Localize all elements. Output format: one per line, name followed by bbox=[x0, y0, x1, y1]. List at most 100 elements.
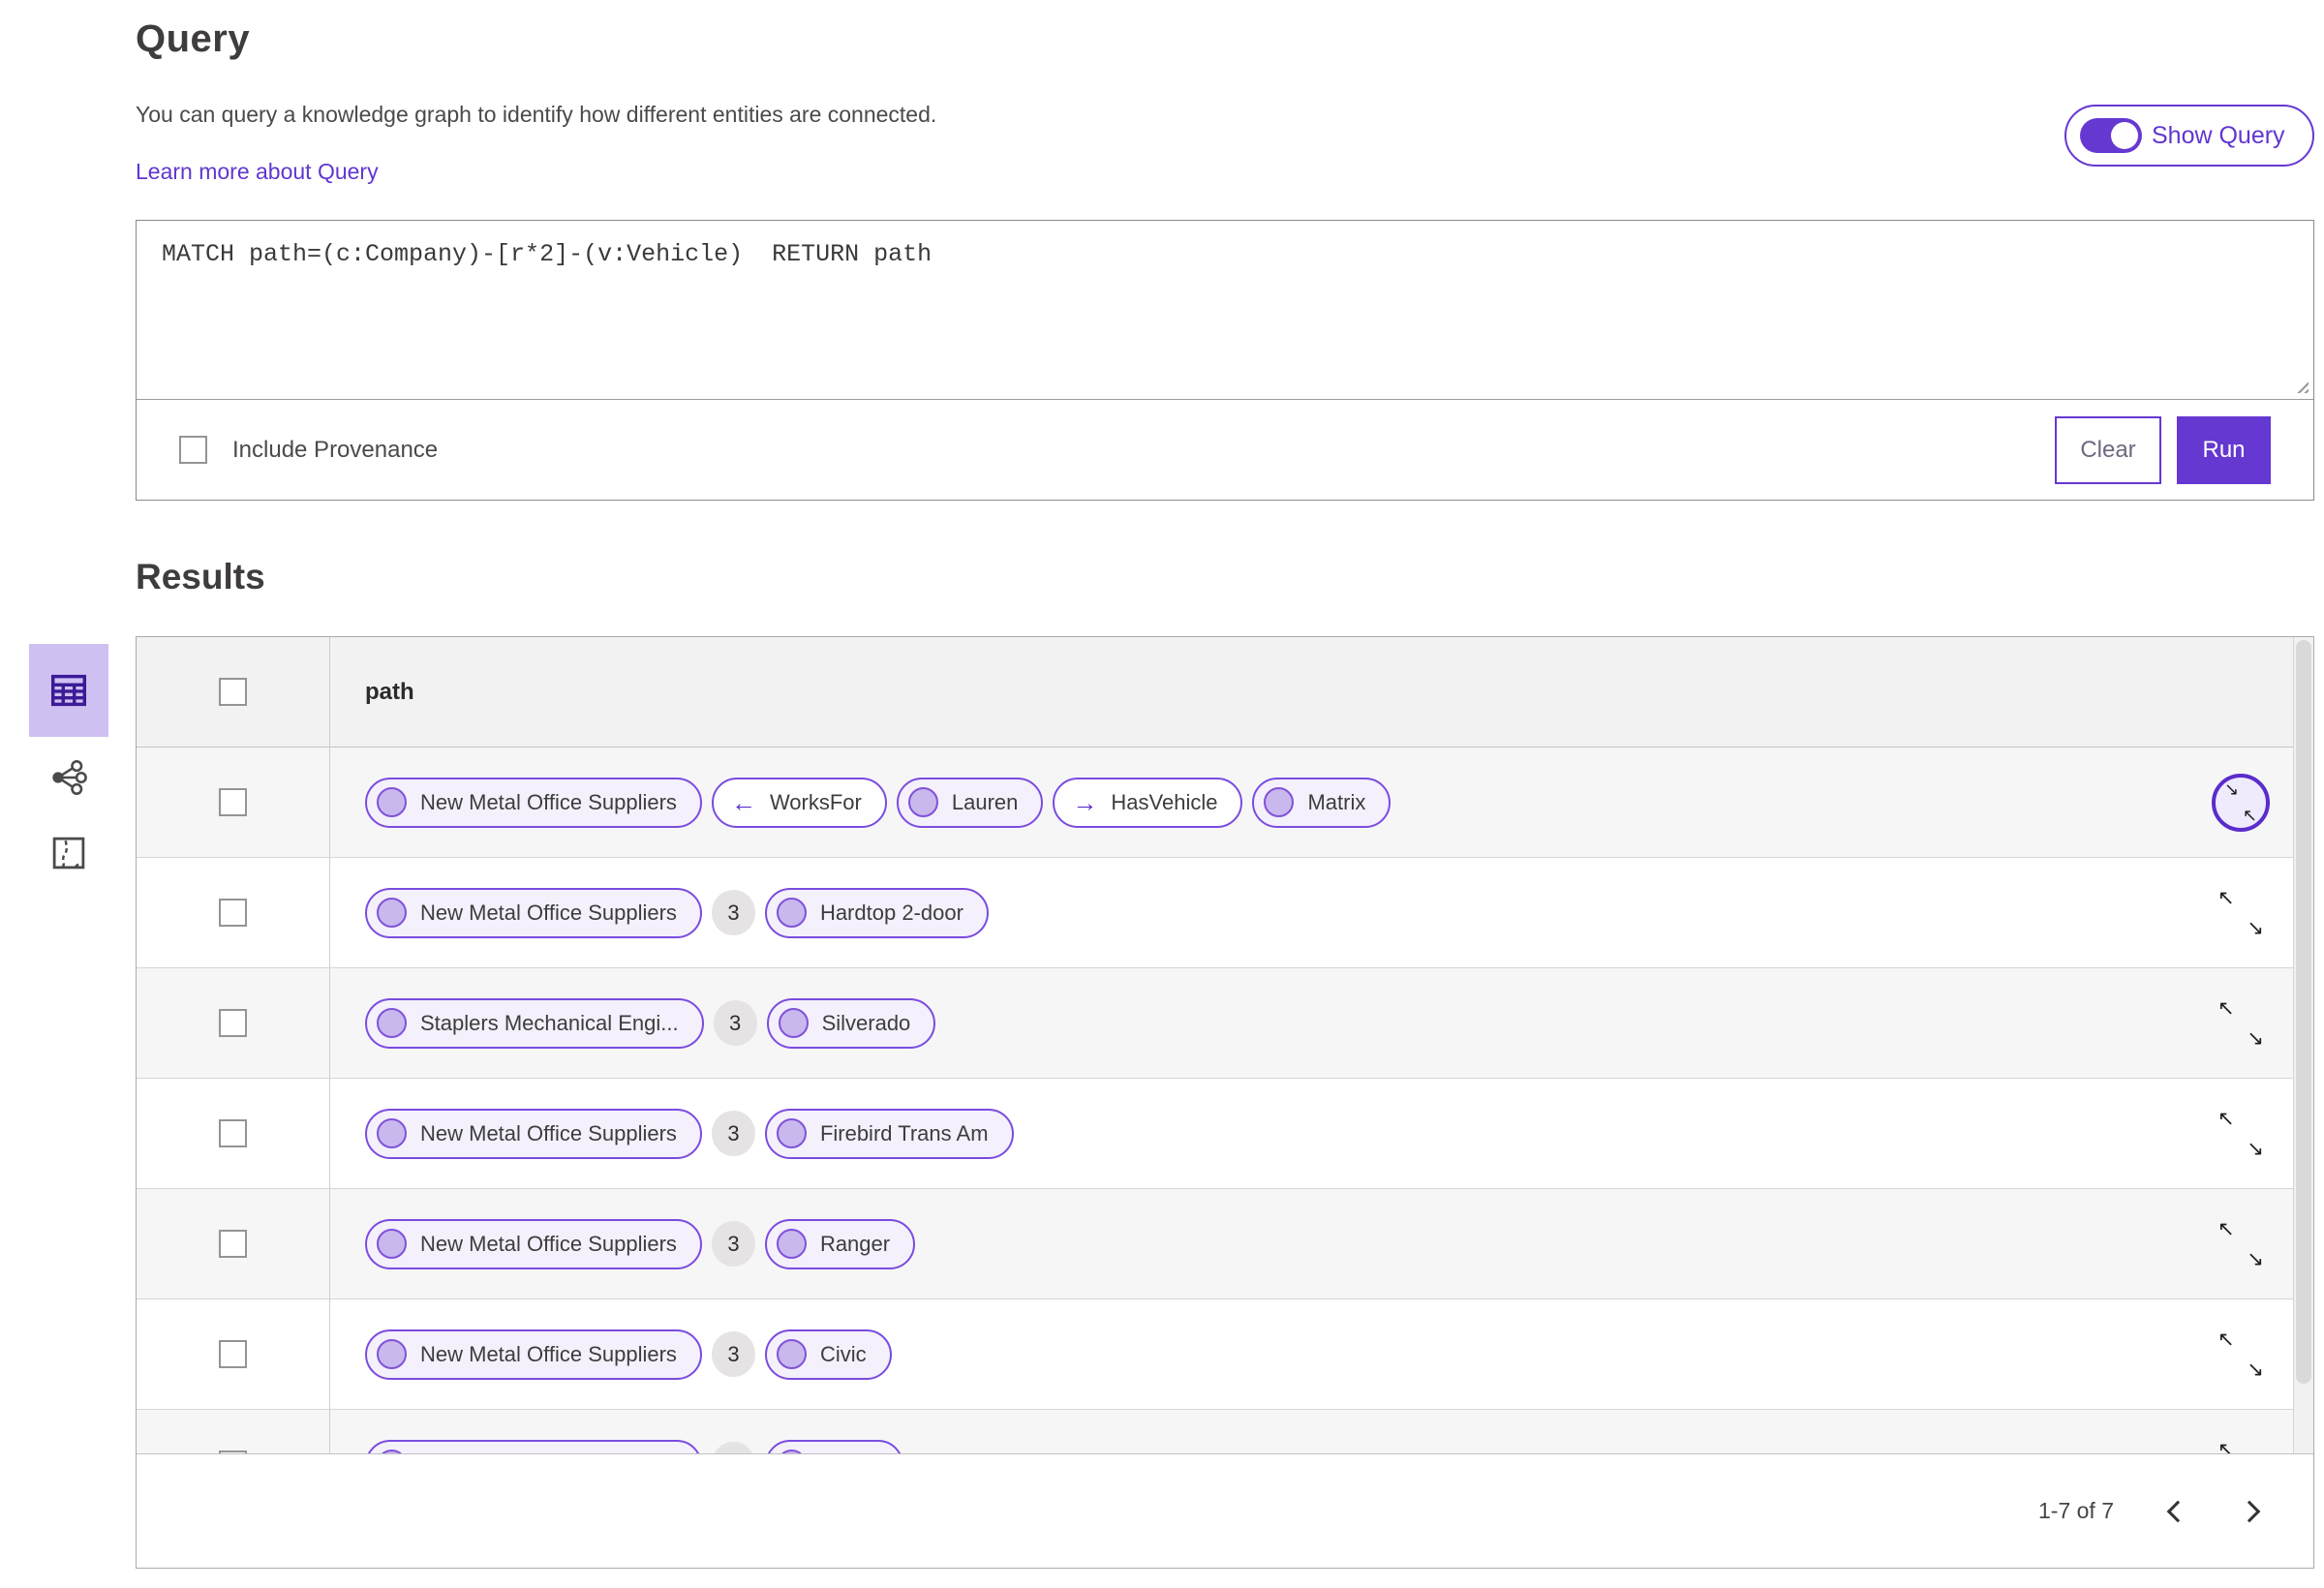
row-checkbox-cell bbox=[137, 968, 330, 1078]
tab-table-view[interactable] bbox=[29, 644, 108, 737]
row-path-cell: New Metal Office Suppliers 3 Ranger bbox=[330, 1218, 2168, 1269]
pill-label: Ranger bbox=[819, 1231, 891, 1256]
expand-row-icon[interactable]: ↖↘ bbox=[2217, 1108, 2264, 1160]
table-row: New Metal Office Suppliers 3 Hardtop 2-doo… bbox=[137, 858, 2313, 968]
expand-row-icon[interactable]: ↖↘ bbox=[2217, 887, 2264, 939]
row-checkbox[interactable] bbox=[219, 788, 247, 816]
entity-dot-icon bbox=[377, 787, 407, 817]
chevron-right-icon[interactable] bbox=[2238, 1500, 2261, 1522]
entity-pill[interactable]: New Metal Office Suppliers bbox=[365, 1439, 702, 1453]
path-count-badge: 3 bbox=[713, 1000, 757, 1046]
pill-label: Lauren bbox=[951, 789, 1019, 814]
table-scrollbar-thumb[interactable] bbox=[2296, 640, 2311, 1384]
results-view-switcher bbox=[29, 644, 108, 888]
row-checkbox[interactable] bbox=[219, 1230, 247, 1258]
show-query-toggle[interactable]: Show Query bbox=[2064, 105, 2314, 167]
expand-row-icon[interactable]: ↖↘ bbox=[2217, 1439, 2264, 1454]
row-path-cell: New Metal Office Suppliers 3 Civic bbox=[330, 1328, 2168, 1380]
select-all-checkbox[interactable] bbox=[219, 678, 247, 706]
expand-row-icon[interactable]: ↖↘ bbox=[2217, 997, 2264, 1050]
entity-pill[interactable]: Staplers Mechanical Engi... bbox=[365, 997, 704, 1049]
row-path-cell: New Metal Office Suppliers 3 Matrix bbox=[330, 1439, 2168, 1453]
entity-pill[interactable]: New Metal Office Suppliers bbox=[365, 1108, 702, 1159]
table-row: New Metal Office Suppliers 3 Ranger ↖↘ ↘↖ bbox=[137, 1189, 2313, 1299]
row-path-cell: New Metal Office Suppliers ← WorksFor Laure… bbox=[330, 777, 2168, 828]
pill-label: New Metal Office Suppliers bbox=[420, 1231, 677, 1256]
pill-label: Staplers Mechanical Engi... bbox=[420, 1010, 679, 1035]
table-row: New Metal Office Suppliers ← WorksFor Laure… bbox=[137, 748, 2313, 858]
row-checkbox-cell bbox=[137, 1410, 330, 1453]
expand-row-icon[interactable]: ↖↘ bbox=[2217, 1328, 2264, 1381]
entity-dot-icon bbox=[776, 898, 807, 928]
path-count-badge: 3 bbox=[711, 1331, 755, 1377]
entity-pill[interactable]: Hardtop 2-door bbox=[764, 887, 989, 938]
entity-pill[interactable]: New Metal Office Suppliers bbox=[365, 887, 702, 938]
entity-pill[interactable]: New Metal Office Suppliers bbox=[365, 777, 702, 828]
entity-pill[interactable]: Silverado bbox=[766, 997, 936, 1049]
entity-pill[interactable]: New Metal Office Suppliers bbox=[365, 1328, 702, 1380]
chevron-left-icon[interactable] bbox=[2166, 1500, 2189, 1522]
row-checkbox[interactable] bbox=[219, 1009, 247, 1037]
entity-pill[interactable]: New Metal Office Suppliers bbox=[365, 1218, 702, 1269]
row-path-cell: Staplers Mechanical Engi... 3 Silverado bbox=[330, 997, 2168, 1049]
link-chart-icon bbox=[47, 756, 90, 799]
run-button[interactable]: Run bbox=[2177, 415, 2271, 484]
row-expand-area: ↖↘ ↘↖ bbox=[2168, 997, 2313, 1050]
entity-pill[interactable]: Matrix bbox=[1252, 777, 1391, 828]
entity-dot-icon bbox=[776, 1229, 807, 1259]
pill-label: New Metal Office Suppliers bbox=[420, 1120, 677, 1145]
pill-label: Silverado bbox=[821, 1010, 911, 1035]
toggle-knob bbox=[2111, 122, 2138, 149]
clear-button[interactable]: Clear bbox=[2055, 415, 2161, 484]
entity-pill[interactable]: Firebird Trans Am bbox=[764, 1108, 1014, 1159]
include-provenance-label: Include Provenance bbox=[232, 436, 439, 463]
query-input[interactable]: MATCH path=(c:Company)-[r*2]-(v:Vehicle)… bbox=[137, 221, 2313, 399]
row-checkbox-cell bbox=[137, 1299, 330, 1409]
relationship-pill[interactable]: → HasVehicle bbox=[1053, 777, 1243, 828]
path-column-header: path bbox=[365, 678, 414, 705]
table-scrollbar[interactable] bbox=[2293, 637, 2313, 1454]
entity-dot-icon bbox=[776, 1339, 807, 1369]
path-count-badge: 3 bbox=[711, 1442, 755, 1453]
learn-more-link[interactable]: Learn more about Query bbox=[136, 159, 379, 185]
include-provenance-checkbox[interactable] bbox=[179, 436, 207, 464]
arrow-left-icon: ← bbox=[730, 787, 756, 817]
path-count-badge: 3 bbox=[711, 890, 755, 935]
row-checkbox-cell bbox=[137, 748, 330, 857]
entity-pill[interactable]: Matrix bbox=[764, 1439, 903, 1453]
entity-pill[interactable]: Civic bbox=[764, 1328, 892, 1380]
row-checkbox[interactable] bbox=[219, 1340, 247, 1368]
entity-dot-icon bbox=[377, 1339, 407, 1369]
table-row: New Metal Office Suppliers 3 Matrix ↖↘ ↘↖ bbox=[137, 1410, 2313, 1453]
row-expand-area: ↖↘ ↘↖ bbox=[2168, 1108, 2313, 1160]
pill-label: Firebird Trans Am bbox=[819, 1120, 989, 1145]
entity-dot-icon bbox=[377, 1118, 407, 1148]
entity-dot-icon bbox=[907, 787, 938, 817]
query-panel: MATCH path=(c:Company)-[r*2]-(v:Vehicle)… bbox=[136, 220, 2314, 501]
expand-row-icon[interactable]: ↖↘ bbox=[2217, 1218, 2264, 1270]
page-title: Query bbox=[136, 17, 251, 60]
row-checkbox[interactable] bbox=[219, 1119, 247, 1147]
toggle-switch-icon[interactable] bbox=[2080, 118, 2142, 153]
collapse-row-button[interactable]: ↘ ↖ bbox=[2212, 773, 2270, 832]
page-description: You can query a knowledge graph to ident… bbox=[136, 102, 937, 127]
entity-dot-icon bbox=[776, 1118, 807, 1148]
row-checkbox-cell bbox=[137, 1189, 330, 1298]
pill-label: New Metal Office Suppliers bbox=[420, 789, 677, 814]
table-row: New Metal Office Suppliers 3 Civic ↖↘ ↘↖ bbox=[137, 1299, 2313, 1410]
row-expand-area: ↖↘ ↘↖ bbox=[2168, 1328, 2313, 1381]
entity-dot-icon bbox=[1264, 787, 1295, 817]
entity-pill[interactable]: Lauren bbox=[896, 777, 1044, 828]
table-icon bbox=[46, 668, 91, 713]
tab-map-view[interactable] bbox=[29, 818, 108, 888]
query-panel-footer: Include Provenance Clear Run bbox=[137, 399, 2313, 500]
arrow-right-icon: → bbox=[1072, 787, 1098, 817]
results-table: path New Metal Office Suppliers ← WorksFor… bbox=[136, 636, 2314, 1569]
row-checkbox[interactable] bbox=[219, 899, 247, 927]
select-all-cell bbox=[137, 637, 330, 747]
relationship-pill[interactable]: ← WorksFor bbox=[711, 777, 887, 828]
show-query-label: Show Query bbox=[2152, 121, 2285, 149]
pill-label: New Metal Office Suppliers bbox=[420, 900, 677, 925]
entity-pill[interactable]: Ranger bbox=[764, 1218, 916, 1269]
tab-link-chart-view[interactable] bbox=[29, 743, 108, 812]
